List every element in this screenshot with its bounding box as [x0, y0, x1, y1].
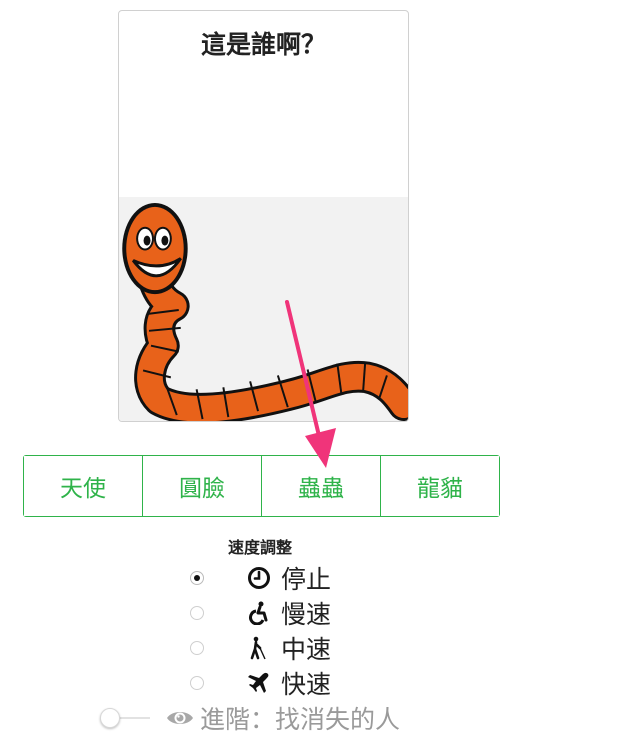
- answer-button-3[interactable]: 蟲蟲: [261, 456, 380, 516]
- question-image: [119, 197, 408, 421]
- blind-walker-icon: [246, 635, 272, 661]
- speed-label-slow: 慢速: [281, 600, 332, 629]
- clock-icon: [246, 565, 272, 591]
- speed-option-medium[interactable]: 中速: [190, 633, 331, 664]
- speed-radio-medium[interactable]: [190, 641, 204, 655]
- question-title: 這是誰啊？: [200, 30, 326, 59]
- speed-label-fast: 快速: [281, 670, 332, 699]
- speed-option-fast[interactable]: 快速: [190, 668, 331, 699]
- answer-button-2[interactable]: 圓臉: [142, 456, 261, 516]
- speed-title: 速度調整: [228, 538, 293, 557]
- speed-radio-stop[interactable]: [190, 571, 204, 585]
- advanced-toggle[interactable]: [100, 708, 152, 728]
- advanced-row: 進階：找消失的人: [100, 702, 400, 734]
- answer-button-4[interactable]: 龍貓: [380, 456, 499, 516]
- speed-label-stop: 停止: [281, 565, 332, 594]
- eye-icon: [167, 712, 193, 724]
- wheelchair-icon: [246, 600, 272, 626]
- speed-radio-fast[interactable]: [190, 676, 204, 690]
- speed-option-slow[interactable]: 慢速: [190, 598, 331, 629]
- question-card: 這是誰啊？: [118, 10, 409, 422]
- speed-radio-slow[interactable]: [190, 606, 204, 620]
- answer-button-1[interactable]: 天使: [24, 456, 142, 516]
- answer-button-group: 天使 圓臉 蟲蟲 龍貓: [23, 455, 500, 517]
- speed-option-stop[interactable]: 停止: [190, 563, 331, 594]
- speed-label-medium: 中速: [281, 635, 332, 664]
- worm-illustration: [122, 202, 408, 421]
- airplane-icon: [246, 670, 272, 696]
- advanced-label: 進階：找消失的人: [200, 705, 401, 734]
